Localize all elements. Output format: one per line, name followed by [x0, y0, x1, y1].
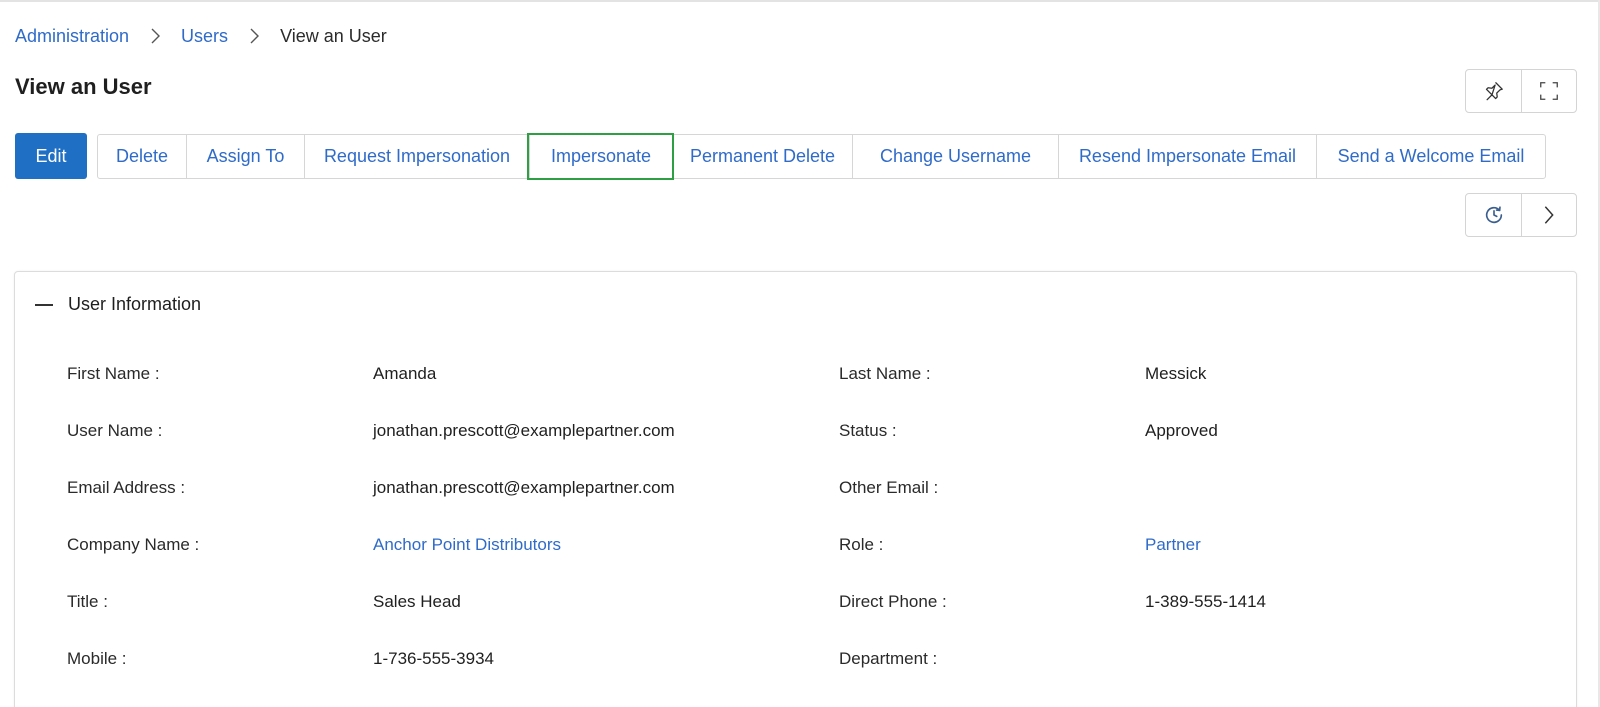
collapse-icon: [35, 303, 53, 306]
section-toggle[interactable]: User Information: [35, 294, 201, 315]
role-label: Role :: [839, 535, 884, 554]
history-icon: [1485, 206, 1502, 224]
first-name-label: First Name :: [67, 364, 160, 383]
top-divider: [0, 0, 1600, 2]
other-email-label: Other Email :: [839, 478, 939, 497]
user-name-label: User Name :: [67, 421, 163, 440]
breadcrumb-users[interactable]: Users: [181, 26, 228, 47]
role-link[interactable]: Partner: [1145, 535, 1201, 555]
impersonate-button[interactable]: Impersonate: [527, 133, 674, 180]
last-name-label: Last Name :: [839, 364, 931, 383]
direct-phone-label: Direct Phone :: [839, 592, 947, 611]
change-username-button[interactable]: Change Username: [852, 135, 1058, 178]
delete-button[interactable]: Delete: [98, 135, 186, 178]
edit-button[interactable]: Edit: [15, 133, 87, 179]
breadcrumb: Administration Users View an User: [15, 24, 387, 48]
company-name-label: Company Name :: [67, 535, 200, 554]
status-label: Status :: [839, 421, 897, 440]
chevron-right-icon: [1544, 206, 1554, 224]
title-value: Sales Head: [373, 592, 461, 611]
title-label: Title :: [67, 592, 108, 611]
first-name-value: Amanda: [373, 364, 437, 383]
mobile-label: Mobile :: [67, 649, 127, 668]
mobile-value: 1-736-555-3934: [373, 649, 494, 668]
history-navigation-group: [1465, 193, 1577, 237]
chevron-right-icon: [129, 27, 181, 45]
request-impersonation-button[interactable]: Request Impersonation: [304, 135, 529, 178]
direct-phone-value: 1-389-555-1414: [1145, 592, 1266, 611]
assign-to-button[interactable]: Assign To: [186, 135, 304, 178]
send-welcome-email-button[interactable]: Send a Welcome Email: [1316, 135, 1545, 178]
status-value: Approved: [1145, 421, 1218, 440]
email-address-value: jonathan.prescott@examplepartner.com: [373, 478, 675, 497]
pin-icon: [1485, 82, 1503, 101]
breadcrumb-current: View an User: [280, 25, 387, 46]
page-title: View an User: [15, 74, 152, 99]
user-information-panel: User Information First Name : Amanda Use…: [14, 271, 1577, 707]
history-button[interactable]: [1466, 194, 1521, 236]
fullscreen-icon: [1540, 82, 1558, 100]
last-name-value: Messick: [1145, 364, 1207, 383]
permanent-delete-button[interactable]: Permanent Delete: [672, 135, 852, 178]
section-title: User Information: [68, 294, 202, 314]
chevron-right-icon: [228, 27, 280, 45]
action-toolbar: Delete Assign To Request Impersonation I…: [97, 133, 1546, 180]
company-name-link[interactable]: Anchor Point Distributors: [373, 535, 561, 555]
view-options-group: [1465, 69, 1577, 113]
resend-impersonate-email-button[interactable]: Resend Impersonate Email: [1058, 135, 1316, 178]
department-label: Department :: [839, 649, 938, 668]
next-button[interactable]: [1521, 194, 1576, 236]
user-name-value: jonathan.prescott@examplepartner.com: [373, 421, 675, 440]
pin-button[interactable]: [1466, 70, 1521, 112]
email-address-label: Email Address :: [67, 478, 186, 497]
fullscreen-button[interactable]: [1521, 70, 1576, 112]
breadcrumb-administration[interactable]: Administration: [15, 26, 129, 47]
